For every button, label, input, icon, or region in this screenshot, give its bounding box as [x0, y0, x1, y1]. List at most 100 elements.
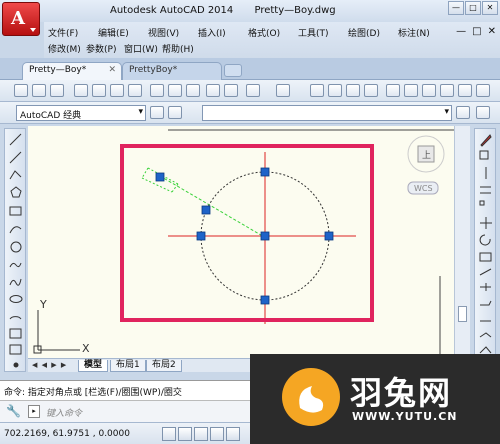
command-prompt-icon[interactable]: ▸	[28, 405, 40, 418]
menu-window[interactable]: 窗口(W)	[124, 42, 162, 55]
move-icon	[480, 217, 492, 229]
menu-dimension[interactable]: 标注(N)	[398, 26, 448, 39]
rotate-icon	[479, 234, 491, 246]
revision-cloud-icon	[9, 262, 22, 268]
infer-constraints-icon[interactable]	[162, 427, 176, 441]
insert-block-icon	[9, 328, 22, 339]
tab-layout1[interactable]: 布局1	[110, 360, 146, 372]
tool-palettes-icon[interactable]	[422, 84, 436, 97]
stretch-icon	[479, 268, 492, 276]
copy-object-icon	[479, 150, 489, 160]
markup-icon[interactable]	[458, 84, 472, 97]
undo-icon[interactable]	[246, 84, 260, 97]
zoom-window-icon[interactable]	[346, 84, 360, 97]
ucs-x-label: X	[82, 342, 90, 355]
polar-tracking-icon[interactable]	[226, 427, 240, 441]
brand-watermark: 羽兔网 WWW.YUTU.CN	[250, 354, 500, 444]
scrollbar-thumb[interactable]	[458, 306, 467, 322]
ucs-y-label: Y	[39, 298, 47, 311]
tab-pretty-boy-dash[interactable]: Pretty—Boy* ✕	[22, 62, 122, 80]
menu-draw[interactable]: 绘图(D)	[348, 26, 398, 39]
line-icon	[9, 133, 22, 146]
drawing-close-button[interactable]: ✕	[488, 26, 496, 37]
menu-view[interactable]: 视图(V)	[148, 26, 198, 39]
ucs-icon	[33, 310, 80, 354]
drawing-window-controls: — □ ✕	[456, 26, 496, 37]
standard-toolbar	[0, 80, 500, 102]
pan-icon[interactable]	[310, 84, 324, 97]
block-editor-icon[interactable]	[224, 84, 238, 97]
zoom-previous-icon[interactable]	[364, 84, 378, 97]
menu-parameters[interactable]: 参数(P)	[86, 42, 124, 55]
tab-model[interactable]: 模型	[78, 360, 109, 372]
cut-icon[interactable]	[150, 84, 164, 97]
properties-icon[interactable]	[386, 84, 400, 97]
menu-help[interactable]: 帮助(H)	[162, 42, 200, 55]
calculator-icon[interactable]	[476, 84, 490, 97]
publish-icon[interactable]	[110, 84, 124, 97]
print-preview-icon[interactable]	[92, 84, 106, 97]
status-bar: 702.2169, 61.9751 , 0.0000	[0, 422, 250, 444]
grip-line-start	[155, 172, 165, 182]
new-tab-button[interactable]	[224, 64, 242, 77]
layer-properties-icon[interactable]	[456, 106, 470, 119]
tab-layout2[interactable]: 布局2	[146, 360, 182, 372]
layer-select[interactable]	[202, 105, 452, 121]
command-input-bar[interactable]: 🔧 ▸ 键入命令	[0, 400, 250, 422]
drawing-minimize-button[interactable]: —	[456, 26, 466, 37]
close-icon[interactable]: ✕	[108, 65, 116, 75]
ortho-mode-icon[interactable]	[210, 427, 224, 441]
brand-name: 羽兔网	[350, 374, 453, 412]
coordinate-readout: 702.2169, 61.9751 , 0.0000	[4, 429, 130, 439]
drawing-canvas[interactable]: 上 WCS Y X	[28, 126, 454, 358]
menu-edit[interactable]: 编辑(E)	[98, 26, 148, 39]
dropdown-arrow-icon	[30, 28, 36, 32]
modify-tools-icons	[479, 134, 492, 370]
grid-display-icon[interactable]	[194, 427, 208, 441]
drawing-restore-button[interactable]: □	[472, 26, 481, 37]
menu-row-1: 文件(F) 编辑(E) 视图(V) 插入(I) 格式(O) 工具(T) 绘图(D…	[48, 26, 448, 39]
menu-file[interactable]: 文件(F)	[48, 26, 98, 39]
new-file-icon[interactable]	[14, 84, 28, 97]
minimize-button[interactable]: —	[448, 1, 464, 15]
layout-nav-arrows[interactable]: ◀ ◀ ▶ ▶	[32, 361, 67, 369]
drawing-svg[interactable]: 上 WCS Y X	[28, 126, 454, 358]
design-center-icon[interactable]	[404, 84, 418, 97]
tab-prettyboy[interactable]: PrettyBoy*	[122, 62, 222, 80]
copy-icon[interactable]	[168, 84, 182, 97]
snap-mode-icon[interactable]	[178, 427, 192, 441]
point-icon	[13, 362, 19, 368]
maximize-button[interactable]: □	[465, 1, 481, 15]
polygon-icon	[10, 186, 22, 198]
vertical-scrollbar[interactable]	[454, 126, 470, 358]
sheet-set-icon[interactable]	[440, 84, 454, 97]
menu-insert[interactable]: 插入(I)	[198, 26, 248, 39]
zoom-realtime-icon[interactable]	[328, 84, 342, 97]
close-button[interactable]: ✕	[482, 1, 498, 15]
workspace-select[interactable]: AutoCAD 经典	[16, 105, 146, 121]
gear-icon[interactable]	[150, 106, 164, 119]
paste-icon[interactable]	[186, 84, 200, 97]
window-title: Autodesk AutoCAD 2014 Pretty—Boy.dwg	[110, 5, 354, 16]
menu-bar: 文件(F) 编辑(E) 视图(V) 插入(I) 格式(O) 工具(T) 绘图(D…	[44, 22, 500, 58]
command-input[interactable]: 键入命令	[46, 406, 82, 419]
open-file-icon[interactable]	[32, 84, 46, 97]
menu-modify[interactable]: 修改(M)	[48, 42, 86, 55]
menu-format[interactable]: 格式(O)	[248, 26, 298, 39]
save-icon[interactable]	[50, 84, 64, 97]
highlight-box	[120, 144, 374, 322]
plot-icon[interactable]	[128, 84, 142, 97]
workspace-icon[interactable]	[168, 106, 182, 119]
print-icon[interactable]	[74, 84, 88, 97]
application-menu-button[interactable]: A	[2, 2, 40, 36]
grip-line-mid	[201, 205, 211, 215]
app-name: Autodesk AutoCAD 2014	[110, 5, 234, 16]
construction-line-icon	[9, 151, 22, 164]
wcs-label: WCS	[414, 184, 433, 193]
make-block-icon	[9, 344, 22, 355]
redo-icon[interactable]	[276, 84, 290, 97]
match-properties-icon[interactable]	[206, 84, 220, 97]
wrench-icon[interactable]: 🔧	[6, 404, 21, 418]
layer-state-icon[interactable]	[476, 106, 490, 119]
menu-tools[interactable]: 工具(T)	[298, 26, 348, 39]
